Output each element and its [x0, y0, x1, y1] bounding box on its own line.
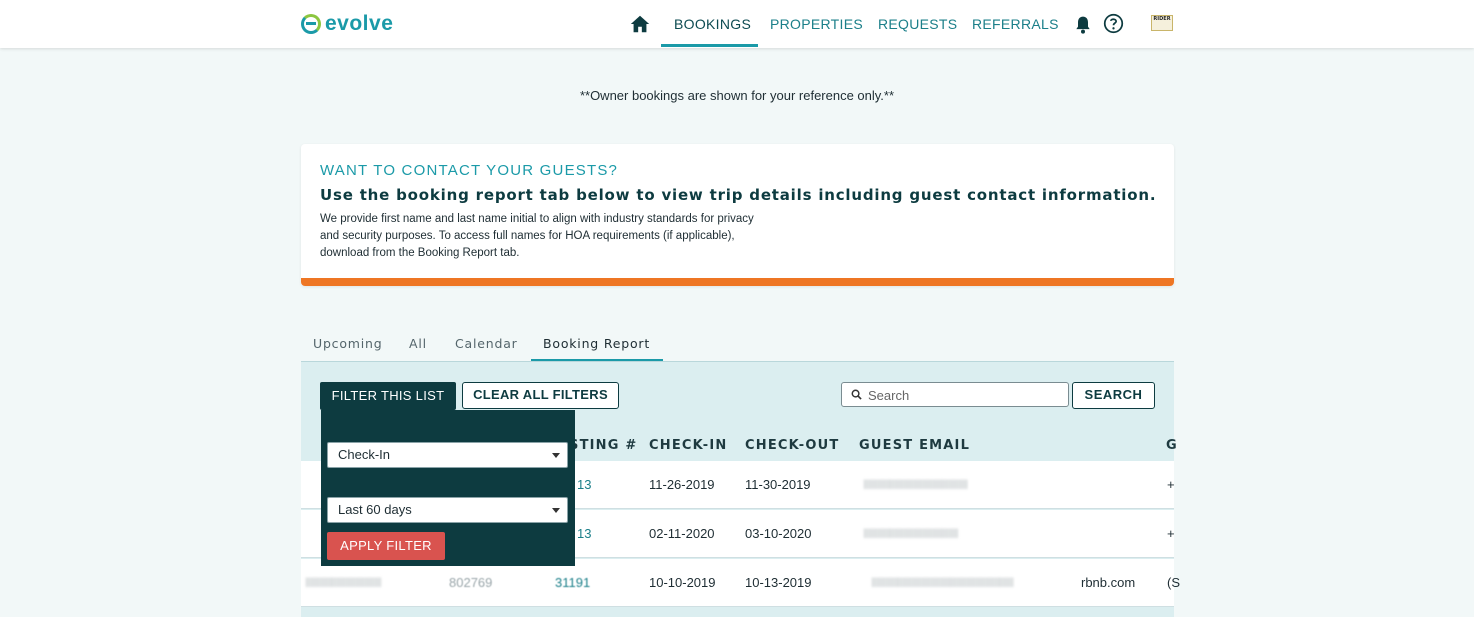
card-accent-bar — [301, 278, 1174, 286]
guest-phone: + — [1167, 526, 1175, 541]
listing-number-link[interactable]: 31191 — [555, 575, 590, 590]
active-nav-indicator — [661, 44, 758, 47]
column-header-guest-email[interactable]: GUEST EMAIL — [859, 438, 970, 453]
column-header-guest-phone[interactable]: G — [1166, 438, 1178, 453]
home-icon[interactable] — [629, 13, 651, 35]
filter-field-select[interactable]: Check-In — [327, 442, 568, 468]
column-header-listing[interactable]: STING # — [569, 438, 637, 453]
check-out-date: 03-10-2020 — [745, 526, 812, 541]
filter-field-value: Check-In — [338, 447, 391, 462]
column-header-check-out[interactable]: CHECK-OUT — [745, 438, 839, 453]
nav-referrals[interactable]: REFERRALS — [972, 16, 1059, 32]
tab-all[interactable]: All — [409, 336, 427, 351]
nav-properties[interactable]: PROPERTIES — [770, 16, 863, 32]
chevron-down-icon — [552, 453, 560, 458]
chevron-down-icon — [552, 508, 560, 513]
listing-number-link[interactable]: 13 — [577, 526, 591, 541]
tab-upcoming[interactable]: Upcoming — [313, 336, 383, 351]
clear-filters-button[interactable]: CLEAR ALL FILTERS — [462, 382, 619, 409]
card-body-text: We provide first name and last name init… — [320, 213, 754, 259]
search-box — [841, 382, 1069, 407]
top-navigation-bar: evolve BOOKINGS PROPERTIES REQUESTS REFE… — [0, 0, 1474, 48]
evolve-logo-icon — [301, 14, 321, 34]
check-in-date: 11-26-2019 — [649, 477, 715, 492]
contact-guests-card: WANT TO CONTACT YOUR GUESTS? Use the boo… — [301, 144, 1174, 286]
filter-list-button[interactable]: FILTER THIS LIST — [320, 382, 456, 410]
redacted-guest-email: |||||||||||||||||||||||||||||||||||||||| — [863, 528, 959, 538]
check-in-date: 02-11-2020 — [649, 526, 715, 541]
redacted-guest-name: |||||||||||||||||||||||||||||||| — [305, 577, 382, 587]
check-in-date: 10-10-2019 — [649, 575, 716, 590]
search-icon — [851, 389, 862, 400]
apply-filter-button[interactable]: APPLY FILTER — [327, 532, 445, 560]
table-row[interactable]: |||||||||||||||||||||||||||||||| 802769 … — [301, 559, 1180, 607]
check-out-date: 11-30-2019 — [745, 477, 811, 492]
card-headline: Use the booking report tab below to view… — [320, 186, 1157, 204]
card-title: WANT TO CONTACT YOUR GUESTS? — [320, 162, 619, 179]
check-out-date: 10-13-2019 — [745, 575, 812, 590]
tab-booking-report[interactable]: Booking Report — [543, 336, 650, 351]
guest-phone: + — [1167, 477, 1175, 492]
nav-requests[interactable]: REQUESTS — [878, 16, 957, 32]
avatar[interactable]: RIDER — [1151, 15, 1173, 31]
filter-range-value: Last 60 days — [338, 502, 412, 517]
evolve-logo[interactable]: evolve — [301, 12, 393, 36]
tab-calendar[interactable]: Calendar — [455, 336, 518, 351]
owner-bookings-notice: **Owner bookings are shown for your refe… — [579, 88, 895, 103]
help-icon[interactable] — [1103, 13, 1124, 34]
search-input[interactable] — [868, 386, 1063, 404]
guest-email-suffix: rbnb.com — [1081, 575, 1136, 590]
avatar-text: RIDER — [1153, 16, 1171, 22]
search-button[interactable]: SEARCH — [1072, 382, 1155, 409]
redacted-guest-email: ||||||||||||||||||||||||||||||||||||||||… — [863, 479, 968, 489]
listing-number-link[interactable]: 13 — [577, 477, 591, 492]
filter-range-select[interactable]: Last 60 days — [327, 497, 568, 523]
column-header-check-in[interactable]: CHECK-IN — [649, 438, 728, 453]
nav-bookings[interactable]: BOOKINGS — [674, 16, 751, 32]
filter-dropdown-panel: Check-In Last 60 days APPLY FILTER — [321, 410, 575, 566]
bell-icon[interactable] — [1073, 14, 1093, 36]
redacted-guest-email: ||||||||||||||||||||||||||||||||||||||||… — [871, 577, 1014, 587]
booking-id: 802769 — [449, 575, 493, 590]
brand-name: evolve — [325, 12, 394, 35]
guest-phone: (S — [1167, 575, 1180, 590]
